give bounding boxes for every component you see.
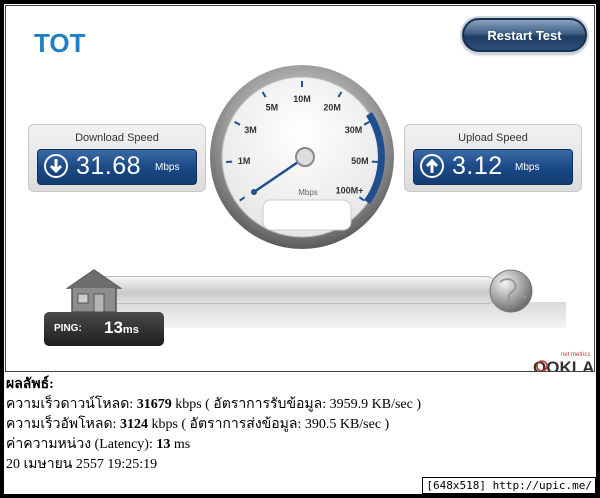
- screenshot-frame: TOT Restart Test Download Speed 31.68 Mb…: [4, 4, 596, 494]
- tot-logo: TOT: [34, 28, 86, 56]
- download-speed-unit: Mbps: [155, 162, 180, 173]
- results-timestamp: 20 เมษายน 2557 19:25:19: [6, 457, 158, 472]
- ping-unit: ms: [122, 324, 139, 336]
- download-speed-panel: Download Speed 31.68 Mbps: [28, 124, 206, 192]
- download-speed-value: 31.68: [76, 152, 142, 180]
- progress-track: [92, 276, 499, 304]
- download-speed-title: Download Speed: [75, 132, 159, 144]
- needle-tip: [251, 189, 257, 195]
- results-heading: ผลลัพธ์:: [6, 377, 54, 392]
- svg-text:OOKLA: OOKLA: [533, 358, 593, 372]
- speed-gauge: 1M 3M 5M 10M 20M 30M 50M 100M+ Mbps: [210, 65, 394, 249]
- ookla-logo: net metrics OOKLA: [533, 352, 593, 372]
- gauge-tick-label: 5M: [266, 102, 279, 112]
- upload-speed-title: Upload Speed: [458, 132, 528, 144]
- upload-speed-value: 3.12: [452, 152, 503, 180]
- upload-speed-display: 3.12 Mbps: [413, 149, 573, 185]
- gauge-tick-label: 1M: [238, 156, 251, 166]
- ping-panel: PING: 13ms: [44, 312, 164, 346]
- house-icon: [65, 269, 123, 313]
- gauge-tick-label: 10M: [293, 94, 311, 104]
- gauge-unit-label: Mbps: [298, 188, 318, 197]
- speedtest-panel: TOT Restart Test Download Speed 31.68 Mb…: [5, 5, 595, 372]
- gauge-hub: [295, 147, 315, 167]
- watermark: [648x518] http://upic.me/: [422, 477, 596, 494]
- download-speed-display: 31.68 Mbps: [37, 149, 197, 185]
- globe-icon: [489, 269, 533, 313]
- gauge-tick-label: 100M+: [336, 185, 364, 195]
- ping-value: 13ms: [104, 318, 139, 337]
- results-text: ผลลัพธ์: ความเร็วดาวน์โหลด: 31679 kbps (…: [6, 375, 421, 475]
- gauge-tick-label: 50M: [351, 156, 369, 166]
- ping-label: PING:: [54, 323, 82, 334]
- upload-arrow-icon: [420, 154, 444, 178]
- results-latency-line: ค่าความหน่วง (Latency): 13 ms: [6, 437, 191, 452]
- gauge-readout-box: [262, 199, 352, 231]
- logo-text: TOT: [34, 28, 86, 56]
- upload-speed-unit: Mbps: [515, 162, 540, 173]
- gauge-tick-label: 20M: [323, 102, 341, 112]
- results-upload-line: ความเร็วอัพโหลด: 3124 kbps ( อัตราการส่ง…: [6, 417, 390, 432]
- gauge-tick-label: 3M: [244, 125, 257, 135]
- upload-speed-panel: Upload Speed 3.12 Mbps: [404, 124, 582, 192]
- gauge-tick-label: 30M: [345, 125, 363, 135]
- results-download-line: ความเร็วดาวน์โหลด: 31679 kbps ( อัตราการ…: [6, 397, 421, 412]
- restart-test-button[interactable]: Restart Test: [462, 18, 587, 52]
- download-arrow-icon: [44, 154, 68, 178]
